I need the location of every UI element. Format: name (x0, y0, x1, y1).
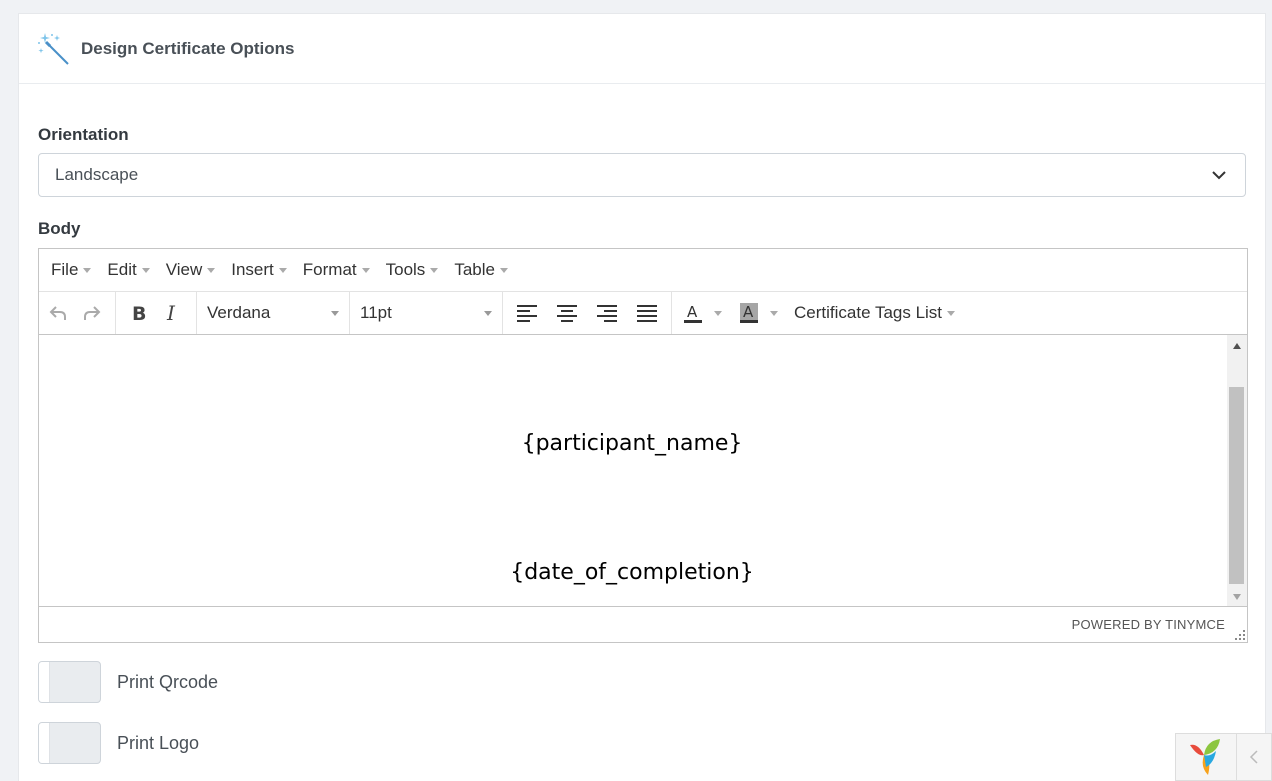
align-left-button[interactable] (507, 296, 547, 330)
card-header: Design Certificate Options (19, 14, 1265, 84)
caret-icon (947, 310, 956, 316)
menu-insert[interactable]: Insert (223, 249, 295, 291)
align-justify-icon (637, 305, 657, 322)
font-size-select[interactable]: 11pt (350, 292, 502, 334)
editor-scrollbar[interactable] (1227, 335, 1247, 607)
chevron-left-icon (1249, 750, 1258, 764)
chevron-down-icon (1212, 171, 1226, 180)
caret-icon (499, 267, 508, 273)
orientation-label: Orientation (38, 125, 129, 144)
rich-text-editor: File Edit View Insert Format Tools Table… (38, 248, 1248, 643)
background-color-caret-icon[interactable] (770, 310, 778, 316)
editor-toolbar: B I Verdana 11pt A A Certificate Tags Li… (39, 292, 1247, 335)
menu-edit[interactable]: Edit (99, 249, 157, 291)
text-color-icon: A (684, 303, 702, 323)
menu-view[interactable]: View (158, 249, 224, 291)
print-qrcode-option: Print Qrcode (38, 661, 218, 703)
print-qrcode-toggle[interactable] (38, 661, 101, 703)
resize-handle-icon[interactable] (1235, 630, 1245, 640)
svg-text:I: I (166, 303, 176, 323)
yii-debug-toolbar-logo[interactable] (1175, 733, 1236, 781)
align-left-icon (517, 305, 537, 322)
print-qrcode-label: Print Qrcode (117, 671, 219, 692)
caret-icon (331, 310, 339, 316)
debug-toolbar-toggle[interactable] (1236, 733, 1272, 781)
caret-icon (361, 267, 370, 273)
background-color-button[interactable]: A (734, 296, 764, 330)
caret-icon (430, 267, 439, 273)
redo-icon (84, 306, 101, 320)
editor-content[interactable]: {participant_name} {date_of_completion} (39, 335, 1247, 607)
align-center-icon (557, 305, 577, 322)
font-family-select[interactable]: Verdana (197, 292, 349, 334)
menu-table[interactable]: Table (446, 249, 516, 291)
bold-button[interactable]: B (122, 296, 156, 330)
print-logo-label: Print Logo (117, 732, 200, 753)
scroll-thumb[interactable] (1229, 387, 1244, 584)
editor-statusbar: POWERED BY TINYMCE (39, 606, 1247, 642)
caret-icon (484, 310, 492, 316)
certificate-tags-menu[interactable]: Certificate Tags List (784, 303, 956, 323)
redo-button[interactable] (75, 296, 109, 330)
align-center-button[interactable] (547, 296, 587, 330)
scroll-down-arrow[interactable] (1233, 594, 1241, 600)
undo-icon (49, 306, 66, 320)
svg-text:B: B (132, 303, 146, 323)
svg-text:A: A (743, 303, 754, 321)
body-label: Body (38, 219, 81, 238)
undo-button[interactable] (41, 296, 75, 330)
italic-icon: I (166, 303, 176, 323)
date-of-completion-tag: {date_of_completion} (510, 560, 754, 585)
justify-button[interactable] (627, 296, 667, 330)
menu-file[interactable]: File (43, 249, 99, 291)
text-color-caret-icon[interactable] (714, 310, 722, 316)
orientation-select[interactable]: Landscape (38, 153, 1246, 197)
align-right-button[interactable] (587, 296, 627, 330)
menu-format[interactable]: Format (295, 249, 378, 291)
print-logo-toggle[interactable] (38, 722, 101, 764)
text-color-button[interactable]: A (678, 296, 708, 330)
caret-icon (278, 267, 287, 273)
menu-tools[interactable]: Tools (378, 249, 447, 291)
magic-wand-icon (38, 32, 69, 65)
caret-icon (83, 267, 92, 273)
certificate-options-card: Design Certificate Options Orientation L… (18, 13, 1266, 781)
page-title: Design Certificate Options (81, 38, 295, 58)
italic-button[interactable]: I (156, 296, 190, 330)
caret-icon (207, 267, 216, 273)
align-right-icon (597, 305, 617, 322)
print-logo-option: Print Logo (38, 722, 199, 764)
scroll-up-arrow[interactable] (1233, 343, 1241, 349)
orientation-value: Landscape (55, 165, 139, 184)
participant-name-tag: {participant_name} (521, 431, 743, 456)
editor-menubar: File Edit View Insert Format Tools Table (39, 249, 1247, 292)
powered-by-link[interactable]: POWERED BY TINYMCE (1072, 617, 1225, 632)
caret-icon (141, 267, 150, 273)
background-color-icon: A (740, 303, 758, 323)
bold-icon: B (132, 303, 146, 323)
yii-logo-icon (1190, 739, 1220, 775)
svg-text:A: A (687, 303, 698, 321)
